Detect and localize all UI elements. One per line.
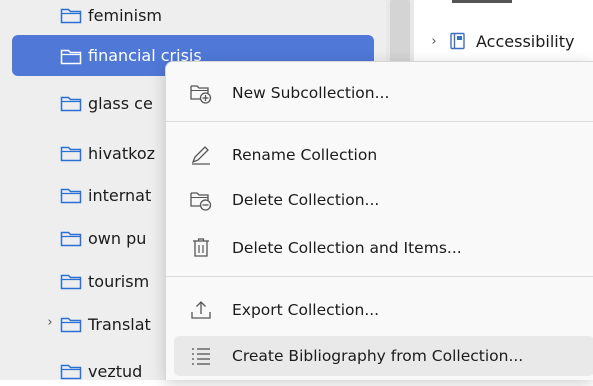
collection-label: Translat bbox=[88, 314, 151, 334]
collection-context-menu: New Subcollection... Rename Collection D… bbox=[165, 61, 593, 380]
folder-icon bbox=[60, 186, 82, 204]
rename-pencil-icon bbox=[188, 144, 214, 166]
item-row-accessibility[interactable]: › Accessibility bbox=[428, 27, 574, 55]
collection-item-translat[interactable]: Translat bbox=[60, 309, 151, 339]
menu-item-export-collection[interactable]: Export Collection... bbox=[174, 290, 593, 330]
menu-item-label: Rename Collection bbox=[232, 146, 378, 164]
folder-icon bbox=[60, 272, 82, 290]
collection-label: glass ce bbox=[88, 93, 153, 113]
menu-item-label: New Subcollection... bbox=[232, 84, 390, 102]
item-title: Accessibility bbox=[476, 31, 575, 51]
menu-item-create-bibliography[interactable]: Create Bibliography from Collection... bbox=[174, 336, 593, 376]
menu-item-label: Export Collection... bbox=[232, 301, 380, 319]
bibliography-list-icon bbox=[188, 345, 214, 367]
collection-item-feminism[interactable]: feminism bbox=[60, 0, 162, 30]
menu-item-label: Create Bibliography from Collection... bbox=[232, 347, 524, 365]
collection-label: feminism bbox=[88, 5, 163, 25]
trash-icon bbox=[188, 237, 214, 259]
collection-label: own pu bbox=[88, 228, 147, 248]
menu-item-delete-collection-and-items[interactable]: Delete Collection and Items... bbox=[174, 228, 593, 268]
menu-item-delete-collection[interactable]: Delete Collection... bbox=[174, 180, 593, 220]
collection-item-internat[interactable]: internat bbox=[60, 180, 151, 210]
collection-label: veztud bbox=[88, 361, 143, 381]
folder-icon bbox=[60, 229, 82, 247]
menu-separator bbox=[166, 121, 593, 122]
chevron-right-icon[interactable]: › bbox=[428, 34, 440, 49]
chevron-right-icon[interactable]: › bbox=[44, 315, 56, 330]
menu-item-label: Delete Collection and Items... bbox=[232, 239, 462, 257]
divider bbox=[452, 0, 512, 3]
folder-icon bbox=[60, 362, 82, 380]
folder-icon bbox=[60, 94, 82, 112]
delete-collection-icon bbox=[188, 189, 214, 211]
collection-item-hivatkoz[interactable]: hivatkoz bbox=[60, 138, 155, 168]
export-icon bbox=[188, 299, 214, 321]
folder-icon bbox=[60, 47, 82, 65]
new-subcollection-icon bbox=[188, 82, 214, 104]
collection-item-tourism[interactable]: tourism bbox=[60, 266, 149, 296]
menu-item-label: Delete Collection... bbox=[232, 191, 380, 209]
book-icon bbox=[448, 31, 468, 51]
folder-icon bbox=[60, 6, 82, 24]
collection-item-glass-ce[interactable]: glass ce bbox=[60, 88, 153, 118]
collection-label: hivatkoz bbox=[88, 143, 156, 163]
menu-separator bbox=[166, 276, 593, 277]
folder-icon bbox=[60, 144, 82, 162]
collection-item-veztud[interactable]: veztud bbox=[60, 356, 142, 386]
collection-label: tourism bbox=[88, 271, 150, 291]
folder-icon bbox=[60, 315, 82, 333]
menu-item-rename-collection[interactable]: Rename Collection bbox=[174, 135, 593, 175]
collection-label: internat bbox=[88, 185, 152, 205]
menu-item-new-subcollection[interactable]: New Subcollection... bbox=[174, 73, 593, 113]
collection-item-own-pu[interactable]: own pu bbox=[60, 223, 146, 253]
